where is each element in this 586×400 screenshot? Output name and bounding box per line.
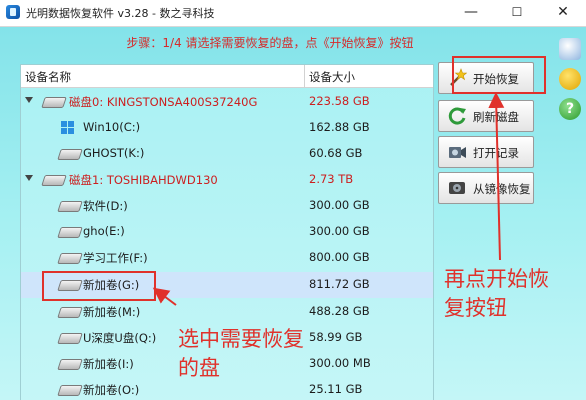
app-window: 光明数据恢复软件 v3.28 - 数之寻科技 — ☐ ✕ 步骤：1/4 请选择需… (0, 0, 586, 400)
click-start-line2: 复按钮 (444, 296, 507, 320)
click-start-line1: 再点开始恢 (444, 267, 549, 291)
select-disk-instruction: 选中需要恢复 的盘 (178, 325, 304, 383)
click-start-instruction: 再点开始恢 复按钮 (444, 265, 549, 323)
select-disk-line2: 的盘 (178, 356, 220, 380)
select-disk-line1: 选中需要恢复 (178, 327, 304, 351)
